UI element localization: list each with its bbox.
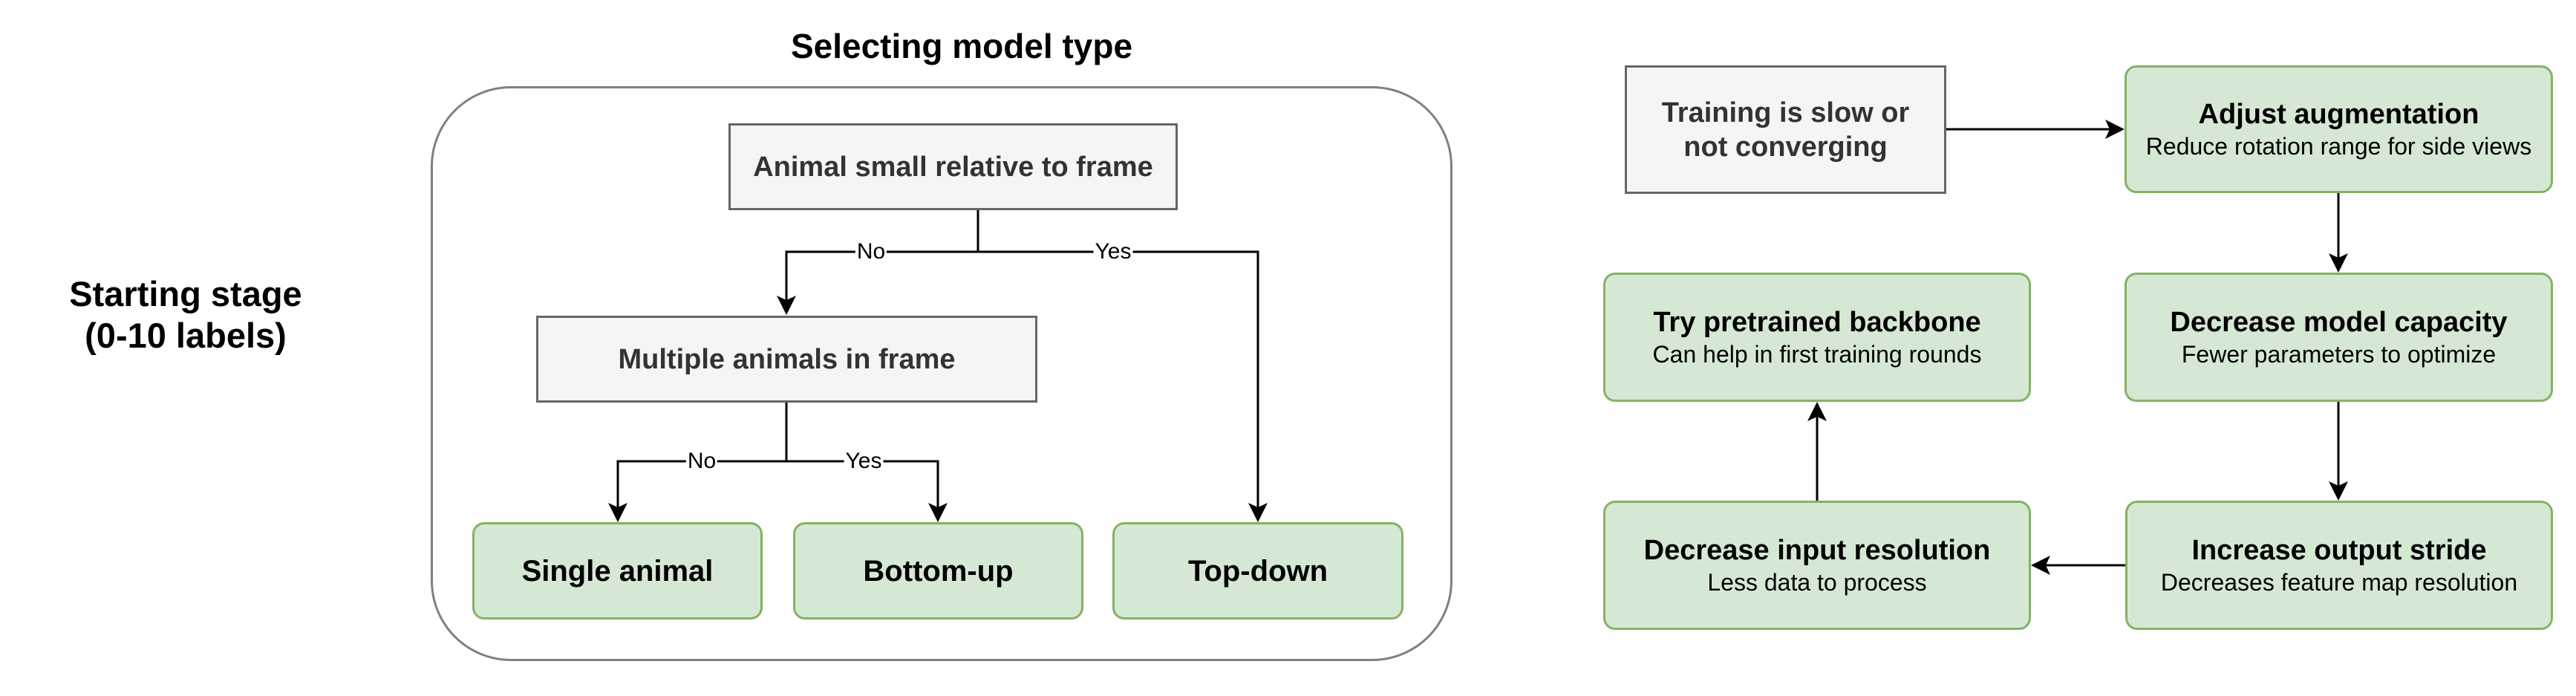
outcome-text: Bottom-up — [863, 554, 1014, 588]
outcome-bottom-up[interactable]: Bottom-up — [793, 522, 1083, 619]
decision-animal-small[interactable]: Animal small relative to frame — [728, 123, 1178, 210]
problem-text: Training is slow or not converging — [1661, 97, 1910, 163]
step-subtitle: Can help in first training rounds — [1652, 341, 1982, 368]
outcome-text: Top-down — [1187, 554, 1328, 588]
step-title: Decrease model capacity — [2170, 307, 2508, 338]
edge-label-yes: Yes — [844, 449, 884, 473]
edge-label-yes: Yes — [1093, 239, 1133, 264]
decision-text: Multiple animals in frame — [618, 343, 956, 375]
outcome-single-animal[interactable]: Single animal — [472, 522, 763, 619]
problem-training-slow[interactable]: Training is slow or not converging — [1625, 65, 1946, 194]
step-subtitle: Decreases feature map resolution — [2160, 569, 2518, 596]
step-subtitle: Reduce rotation range for side views — [2145, 133, 2532, 160]
decision-text: Animal small relative to frame — [753, 151, 1153, 183]
edge-label-no: No — [685, 449, 718, 473]
step-subtitle: Less data to process — [1707, 569, 1927, 596]
outcome-text: Single animal — [521, 554, 714, 588]
step-title: Decrease input resolution — [1643, 535, 1991, 566]
step-decrease-model-capacity[interactable]: Decrease model capacity Fewer parameters… — [2125, 273, 2553, 402]
edge-label-no: No — [855, 239, 887, 264]
step-adjust-augmentation[interactable]: Adjust augmentation Reduce rotation rang… — [2125, 65, 2553, 193]
step-subtitle: Fewer parameters to optimize — [2181, 341, 2497, 368]
step-title: Increase output stride — [2191, 535, 2487, 566]
step-increase-output-stride[interactable]: Increase output stride Decreases feature… — [2125, 501, 2553, 630]
step-decrease-input-resolution[interactable]: Decrease input resolution Less data to p… — [1603, 501, 2031, 630]
decision-multiple-animals[interactable]: Multiple animals in frame — [536, 316, 1037, 403]
outcome-top-down[interactable]: Top-down — [1112, 522, 1403, 619]
step-title: Adjust augmentation — [2198, 99, 2479, 130]
step-title: Try pretrained backbone — [1653, 307, 1981, 338]
step-try-pretrained-backbone[interactable]: Try pretrained backbone Can help in firs… — [1603, 273, 2031, 402]
